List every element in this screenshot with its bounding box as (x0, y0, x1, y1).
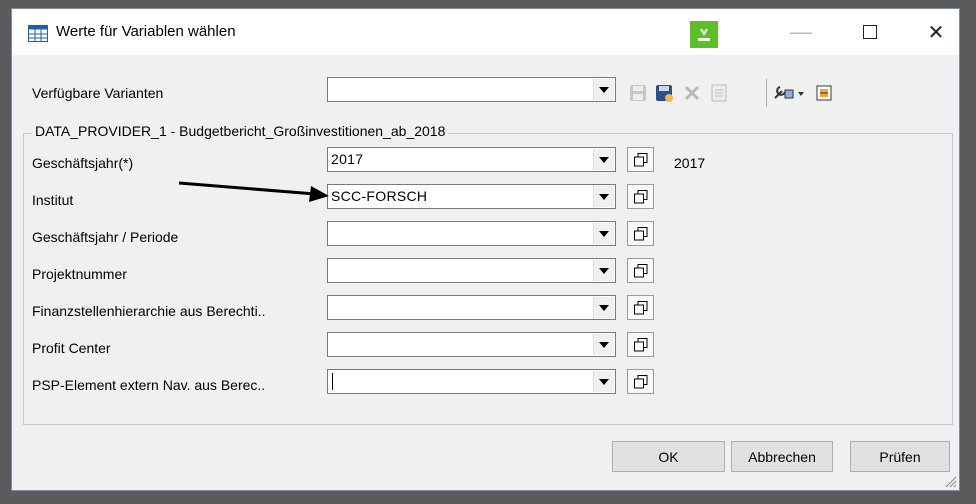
periode-combo[interactable] (327, 221, 616, 246)
value-help-button[interactable] (627, 295, 654, 320)
chevron-down-icon[interactable] (593, 297, 614, 318)
title-bar: Werte für Variablen wählen — ✕ (12, 9, 959, 55)
badge-icon[interactable] (690, 21, 718, 48)
delete-icon[interactable] (682, 83, 702, 103)
chevron-down-icon[interactable] (593, 79, 614, 100)
field-label-periode: Geschäftsjahr / Periode (32, 229, 179, 245)
field-label-psp-element: PSP-Element extern Nav. aus Berec.. (32, 377, 266, 393)
field-label-profit-center: Profit Center (32, 340, 111, 356)
chevron-down-icon[interactable] (593, 149, 614, 170)
chevron-down-icon[interactable] (593, 186, 614, 207)
value-help-button[interactable] (627, 221, 654, 246)
institut-combo[interactable]: SCC-FORSCH (327, 184, 616, 209)
groupbox-title: DATA_PROVIDER_1 - Budgetbericht_Großinve… (32, 123, 449, 139)
projektnummer-combo[interactable] (327, 258, 616, 283)
profit-center-combo[interactable] (327, 332, 616, 357)
dialog-window: Werte für Variablen wählen — ✕ Verfügbar… (11, 8, 960, 491)
save-as-icon[interactable] (654, 83, 674, 103)
cancel-button[interactable]: Abbrechen (731, 441, 833, 472)
check-button[interactable]: Prüfen (850, 441, 950, 472)
personalize-icon[interactable] (815, 83, 835, 103)
field-label-geschaeftsjahr: Geschäftsjahr(*) (32, 155, 134, 171)
close-button[interactable]: ✕ (916, 15, 956, 49)
chevron-down-icon[interactable] (593, 334, 614, 355)
variants-label: Verfügbare Varianten (32, 85, 164, 101)
maximize-button[interactable] (850, 15, 890, 49)
value-help-button[interactable] (627, 332, 654, 357)
finanzstellen-combo[interactable] (327, 295, 616, 320)
value-help-button[interactable] (627, 258, 654, 283)
ok-button[interactable]: OK (612, 441, 725, 472)
minimize-button[interactable]: — (781, 15, 821, 49)
save-icon[interactable] (628, 83, 648, 103)
field-label-finanzstellen: Finanzstellenhierarchie aus Berechti.. (32, 303, 266, 319)
value-help-button[interactable] (627, 184, 654, 209)
value-help-button[interactable] (627, 147, 654, 172)
field-text-geschaeftsjahr: 2017 (674, 155, 706, 171)
chevron-down-icon[interactable] (593, 260, 614, 281)
chevron-down-icon[interactable] (593, 371, 614, 392)
psp-element-combo[interactable] (327, 369, 616, 394)
details-icon[interactable] (709, 83, 729, 103)
resize-grip-icon[interactable] (945, 476, 957, 488)
value-help-button[interactable] (627, 369, 654, 394)
window-title: Werte für Variablen wählen (56, 23, 236, 40)
field-label-projektnummer: Projektnummer (32, 266, 127, 282)
tools-icon[interactable] (772, 83, 806, 103)
table-icon (28, 25, 48, 42)
annotation-arrow (178, 181, 329, 202)
geschaeftsjahr-combo[interactable]: 2017 (327, 147, 616, 172)
field-label-institut: Institut (32, 192, 74, 208)
text-caret (332, 373, 333, 390)
toolbar-separator (766, 79, 767, 107)
chevron-down-icon[interactable] (593, 223, 614, 244)
variants-combo[interactable] (327, 77, 616, 102)
